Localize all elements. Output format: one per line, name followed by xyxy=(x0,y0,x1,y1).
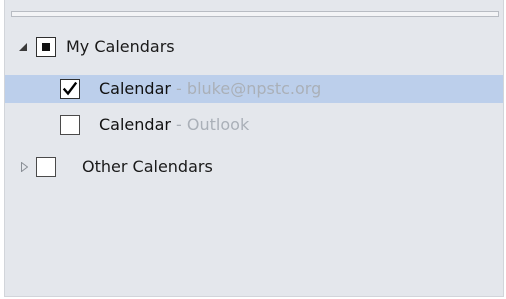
calendar-navigation-pane: My Calendars Calendar - bluke@npstc.org … xyxy=(4,0,504,297)
calendar-item-label: Calendar - bluke@npstc.org xyxy=(99,79,321,99)
expand-arrow-icon[interactable] xyxy=(18,42,28,52)
calendar-item-label: Calendar - Outlook xyxy=(99,115,249,135)
calendar-separator: - xyxy=(170,79,187,98)
calendar-name: Calendar xyxy=(99,79,171,98)
collapse-arrow-icon[interactable] xyxy=(19,162,29,172)
calendar-checkbox-outlook[interactable] xyxy=(60,115,80,135)
pane-header-bar xyxy=(11,11,499,17)
calendar-checkbox-bluke[interactable] xyxy=(60,79,80,99)
calendar-account: Outlook xyxy=(186,115,250,134)
checkmark-icon xyxy=(62,81,78,96)
calendar-item-bluke[interactable]: Calendar - bluke@npstc.org xyxy=(5,75,503,103)
calendar-item-outlook[interactable]: Calendar - Outlook xyxy=(5,111,503,139)
calendar-separator: - xyxy=(170,115,187,134)
calendar-name: Calendar xyxy=(99,115,171,134)
group-my-calendars[interactable]: My Calendars xyxy=(5,33,503,61)
group-checkbox-other-calendars[interactable] xyxy=(36,157,56,177)
calendar-account: bluke@npstc.org xyxy=(186,79,322,98)
group-label-my-calendars: My Calendars xyxy=(66,37,175,56)
group-label-other-calendars: Other Calendars xyxy=(82,157,213,176)
group-checkbox-my-calendars[interactable] xyxy=(36,37,56,57)
group-other-calendars[interactable]: Other Calendars xyxy=(5,153,503,181)
partial-check-indicator xyxy=(42,43,50,51)
